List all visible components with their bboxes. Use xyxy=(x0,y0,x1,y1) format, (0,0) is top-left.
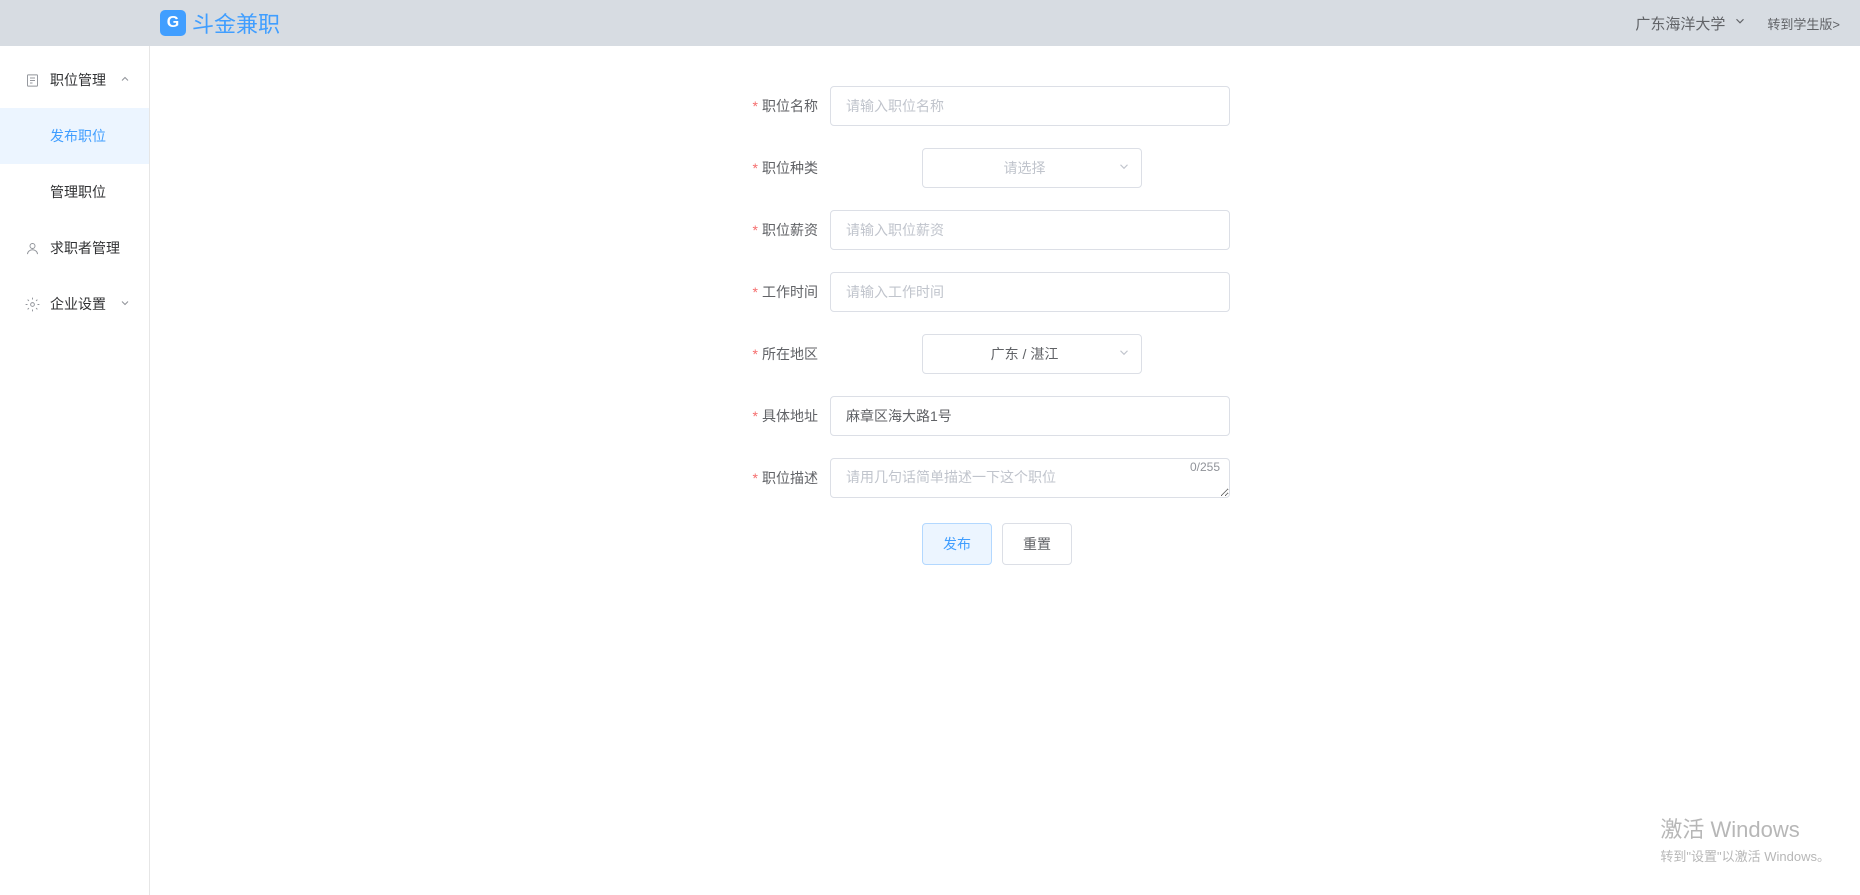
logo-icon: G xyxy=(160,10,186,36)
sidebar-item-label: 职位管理 xyxy=(50,70,106,90)
chevron-down-icon xyxy=(119,297,131,312)
school-name: 广东海洋大学 xyxy=(1635,13,1725,34)
sidebar-item-label: 企业设置 xyxy=(50,294,106,314)
form-row-name: *职位名称 xyxy=(710,86,1310,126)
sidebar-item-company-settings[interactable]: 企业设置 xyxy=(0,276,149,332)
select-value: 广东 / 湛江 xyxy=(991,344,1059,364)
sidebar-item-label: 求职者管理 xyxy=(50,238,120,258)
char-count: 0/255 xyxy=(1190,460,1220,474)
form-row-region: *所在地区 广东 / 湛江 xyxy=(710,334,1310,374)
button-row: 发布 重置 xyxy=(922,523,1310,565)
sidebar: 职位管理 发布职位 管理职位 求职者管理 企业设置 xyxy=(0,46,150,895)
form-row-salary: *职位薪资 xyxy=(710,210,1310,250)
chevron-down-icon xyxy=(1117,346,1131,363)
gear-icon xyxy=(24,296,40,312)
switch-student-link[interactable]: 转到学生版> xyxy=(1767,14,1840,33)
user-icon xyxy=(24,240,40,256)
chevron-up-icon xyxy=(119,73,131,88)
sidebar-item-label: 发布职位 xyxy=(50,126,106,146)
label-region: *所在地区 xyxy=(710,334,830,374)
publish-button[interactable]: 发布 xyxy=(922,523,992,565)
header-right: 广东海洋大学 转到学生版> xyxy=(1635,13,1840,34)
document-icon xyxy=(24,72,40,88)
form-row-desc: *职位描述 0/255 xyxy=(710,458,1310,501)
sidebar-item-manage-position[interactable]: 管理职位 xyxy=(0,164,149,220)
sidebar-item-applicants[interactable]: 求职者管理 xyxy=(0,220,149,276)
reset-button[interactable]: 重置 xyxy=(1002,523,1072,565)
logo[interactable]: G 斗金兼职 xyxy=(160,7,280,39)
form-row-address: *具体地址 xyxy=(710,396,1310,436)
chevron-down-icon xyxy=(1733,14,1747,32)
header: G 斗金兼职 广东海洋大学 转到学生版> xyxy=(0,0,1860,46)
label-name: *职位名称 xyxy=(710,86,830,126)
address-input[interactable] xyxy=(830,396,1230,436)
chevron-down-icon xyxy=(1117,160,1131,177)
sidebar-item-publish-position[interactable]: 发布职位 xyxy=(0,108,149,164)
main-content: *职位名称 *职位种类 请选择 *职位薪资 *工作时间 xyxy=(150,46,1860,895)
label-desc: *职位描述 xyxy=(710,458,830,498)
salary-input[interactable] xyxy=(830,210,1230,250)
position-type-select[interactable]: 请选择 xyxy=(922,148,1142,188)
description-textarea[interactable] xyxy=(830,458,1230,498)
school-dropdown[interactable]: 广东海洋大学 xyxy=(1635,13,1747,34)
position-name-input[interactable] xyxy=(830,86,1230,126)
form-row-worktime: *工作时间 xyxy=(710,272,1310,312)
label-salary: *职位薪资 xyxy=(710,210,830,250)
logo-text: 斗金兼职 xyxy=(192,7,280,39)
label-worktime: *工作时间 xyxy=(710,272,830,312)
select-placeholder: 请选择 xyxy=(1004,158,1046,178)
label-type: *职位种类 xyxy=(710,148,830,188)
form-row-type: *职位种类 请选择 xyxy=(710,148,1310,188)
sidebar-item-label: 管理职位 xyxy=(50,182,106,202)
position-form: *职位名称 *职位种类 请选择 *职位薪资 *工作时间 xyxy=(710,86,1310,565)
label-address: *具体地址 xyxy=(710,396,830,436)
worktime-input[interactable] xyxy=(830,272,1230,312)
region-select[interactable]: 广东 / 湛江 xyxy=(922,334,1142,374)
sidebar-item-position-mgmt[interactable]: 职位管理 xyxy=(0,52,149,108)
